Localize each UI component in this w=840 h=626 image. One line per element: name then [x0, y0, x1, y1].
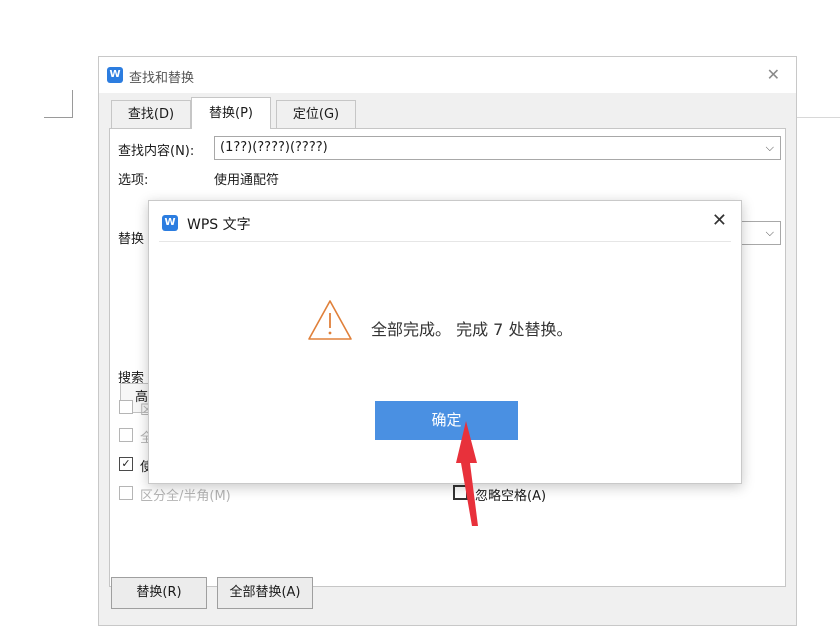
replace-all-button[interactable]: 全部替换(A): [217, 577, 313, 609]
checkbox-use-wildcards[interactable]: ✓: [119, 457, 133, 471]
checkbox-label: 区分全/半角(M): [140, 489, 231, 504]
warning-icon: [308, 300, 352, 340]
page-corner-mark: [72, 90, 73, 118]
close-icon[interactable]: ✕: [767, 67, 780, 83]
divider: [159, 241, 731, 242]
find-what-value: (1??)(????)(????): [220, 140, 328, 155]
title-bar: W 查找和替换 ✕: [99, 57, 796, 93]
checkbox-match-case[interactable]: [119, 400, 133, 414]
checkbox-match-width[interactable]: [119, 486, 133, 500]
replace-with-label: 替换: [118, 232, 145, 247]
page-corner-mark: [44, 117, 72, 118]
search-label: 搜索: [118, 371, 145, 386]
chevron-down-icon[interactable]: ⌵: [766, 222, 774, 244]
red-arrow-icon: [456, 421, 478, 526]
options-value: 使用通配符: [214, 173, 280, 188]
message-title: WPS 文字: [187, 217, 251, 233]
wps-logo-icon: W: [107, 67, 123, 83]
page-margin-line: [797, 117, 840, 118]
find-what-input[interactable]: (1??)(????)(????) ⌵: [214, 136, 781, 160]
tab-find[interactable]: 查找(D): [111, 100, 191, 128]
find-what-label: 查找内容(N):: [118, 144, 195, 159]
options-label: 选项:: [118, 173, 149, 188]
chevron-down-icon[interactable]: ⌵: [766, 137, 774, 159]
close-icon[interactable]: ✕: [712, 212, 727, 230]
wps-logo-icon: W: [162, 215, 178, 231]
replace-button[interactable]: 替换(R): [111, 577, 207, 609]
message-text: 全部完成。 完成 7 处替换。: [371, 320, 573, 339]
tab-goto[interactable]: 定位(G): [276, 100, 356, 128]
tab-replace[interactable]: 替换(P): [191, 97, 271, 129]
checkbox-whole-word[interactable]: [119, 428, 133, 442]
dialog-title: 查找和替换: [129, 71, 195, 86]
